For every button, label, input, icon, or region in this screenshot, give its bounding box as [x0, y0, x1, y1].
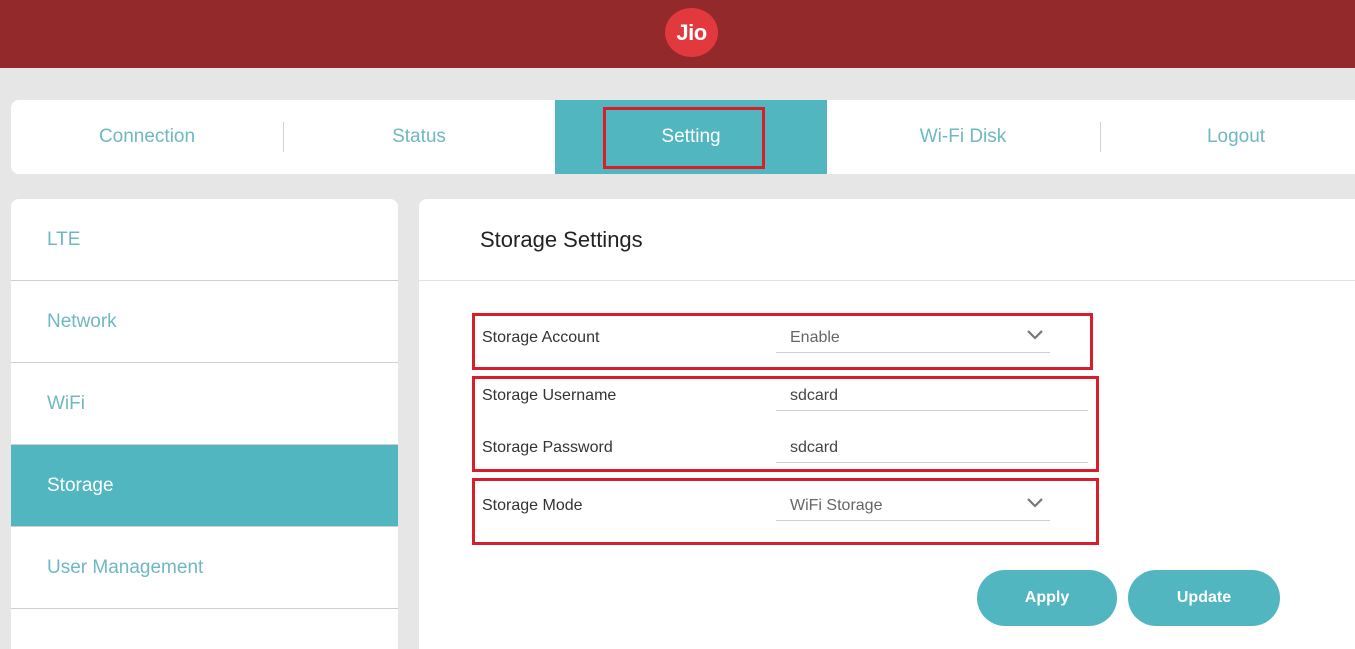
storage-mode-value: WiFi Storage [790, 496, 883, 514]
storage-username-field[interactable] [776, 381, 1088, 411]
chevron-down-icon [1027, 330, 1043, 340]
tab-wifi-disk[interactable]: Wi-Fi Disk [827, 100, 1099, 174]
storage-password-input[interactable] [790, 438, 1088, 457]
jio-logo[interactable]: Jio [665, 8, 718, 57]
apply-button[interactable]: Apply [977, 570, 1117, 626]
sidebar-item-user-management[interactable]: User Management [11, 527, 398, 609]
tab-setting[interactable]: Setting [555, 100, 827, 174]
tab-logout[interactable]: Logout [1100, 100, 1355, 174]
storage-account-label: Storage Account [482, 329, 600, 346]
storage-mode-label: Storage Mode [482, 497, 583, 514]
title-divider [419, 280, 1355, 281]
sidebar-item-wifi[interactable]: WiFi [11, 363, 398, 445]
settings-sidebar: LTE Network WiFi Storage User Management [11, 199, 398, 649]
tab-status[interactable]: Status [283, 100, 555, 174]
storage-password-label: Storage Password [482, 439, 613, 456]
storage-username-input[interactable] [790, 386, 1088, 405]
sidebar-item-network[interactable]: Network [11, 281, 398, 363]
storage-username-label: Storage Username [482, 387, 617, 404]
storage-mode-select[interactable]: WiFi Storage [776, 491, 1050, 521]
sidebar-item-storage[interactable]: Storage [11, 445, 398, 527]
chevron-down-icon [1027, 498, 1043, 508]
storage-account-select[interactable]: Enable [776, 323, 1050, 353]
tab-connection[interactable]: Connection [11, 100, 283, 174]
update-button[interactable]: Update [1128, 570, 1280, 626]
storage-settings-panel: Storage Settings Storage Account Enable … [419, 199, 1355, 649]
page-title: Storage Settings [480, 227, 643, 252]
storage-password-field[interactable] [776, 433, 1088, 463]
app-header: Jio [0, 0, 1355, 68]
storage-account-value: Enable [790, 328, 840, 346]
top-navigation: Connection Status Setting Wi-Fi Disk Log… [11, 100, 1355, 174]
sidebar-item-lte[interactable]: LTE [11, 199, 398, 281]
